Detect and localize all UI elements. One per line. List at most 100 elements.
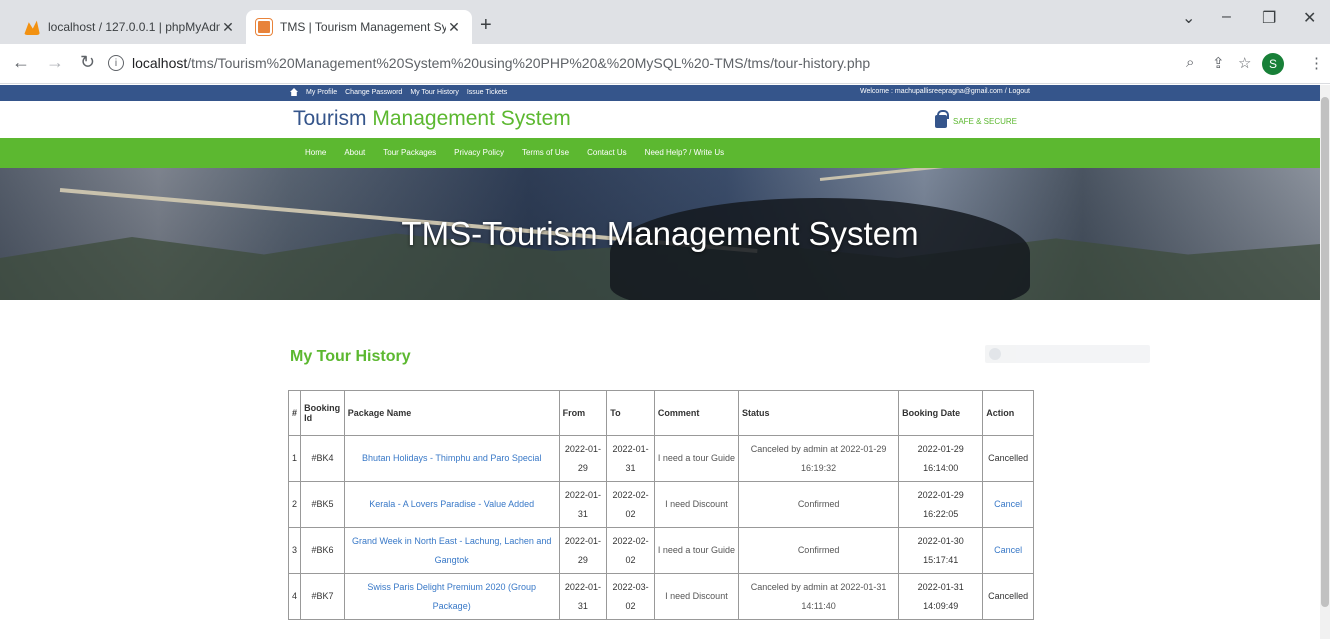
- menu-contact-us[interactable]: Contact Us: [587, 148, 627, 157]
- home-icon[interactable]: [290, 88, 298, 96]
- booking-id: #BK6: [300, 527, 345, 574]
- cancel-link[interactable]: Cancel: [982, 527, 1034, 574]
- action-status: Cancelled: [982, 573, 1034, 620]
- main-menu: Home About Tour Packages Privacy Policy …: [0, 138, 1320, 168]
- menu-about[interactable]: About: [344, 148, 365, 157]
- table-header-row: # Booking Id Package Name From To Commen…: [287, 390, 1034, 436]
- menu-home[interactable]: Home: [305, 148, 326, 157]
- booking-date: 2022-01-30 15:17:41: [898, 527, 984, 574]
- bookmark-star-icon[interactable]: ☆: [1238, 54, 1251, 72]
- menu-privacy-policy[interactable]: Privacy Policy: [454, 148, 504, 157]
- scrollbar-thumb[interactable]: [1321, 97, 1329, 607]
- share-icon[interactable]: ⇪: [1212, 54, 1225, 72]
- lock-icon: [935, 110, 949, 128]
- package-link[interactable]: Kerala - A Lovers Paradise - Value Added: [343, 481, 560, 528]
- brand-bar: Tourism Management System SAFE & SECURE: [0, 101, 1320, 138]
- menu-need-help[interactable]: Need Help? / Write Us: [645, 148, 724, 157]
- welcome-text[interactable]: Welcome : machupallisreepragna@gmail.com…: [860, 88, 1030, 95]
- close-tab-icon[interactable]: ✕: [220, 19, 236, 36]
- site-logo[interactable]: Tourism Management System: [293, 107, 571, 131]
- package-link[interactable]: Swiss Paris Delight Premium 2020 (Group …: [343, 573, 560, 620]
- booking-date: 2022-01-31 14:09:49: [898, 573, 984, 620]
- to-date: 2022-01-31: [606, 435, 655, 482]
- column-header: Status: [737, 390, 900, 436]
- to-date: 2022-03-02: [606, 573, 655, 620]
- package-link[interactable]: Grand Week in North East - Lachung, Lach…: [343, 527, 560, 574]
- comment: I need Discount: [653, 481, 740, 528]
- status: Confirmed: [737, 481, 900, 528]
- comment: I need a tour Guide: [653, 435, 740, 482]
- browser-tab-bar: localhost / 127.0.0.1 | phpMyAdm ✕ TMS |…: [0, 0, 1330, 44]
- link-my-profile[interactable]: My Profile: [306, 89, 337, 96]
- banner-title: TMS-Tourism Management System: [401, 215, 919, 252]
- row-number: 4: [287, 573, 302, 620]
- from-date: 2022-01-29: [558, 435, 608, 482]
- table-row: 1 #BK4 Bhutan Holidays - Thimphu and Par…: [287, 435, 1034, 482]
- menu-kebab-icon[interactable]: ⋮: [1309, 54, 1324, 72]
- phpmyadmin-favicon-icon: [24, 20, 40, 35]
- status: Canceled by admin at 2022-01-31 14:11:40: [737, 573, 900, 620]
- tab-phpmyadmin[interactable]: localhost / 127.0.0.1 | phpMyAdm ✕: [14, 10, 246, 44]
- link-issue-tickets[interactable]: Issue Tickets: [467, 89, 507, 96]
- booking-date: 2022-01-29 16:14:00: [898, 435, 984, 482]
- column-header: Action: [982, 390, 1034, 436]
- from-date: 2022-01-31: [558, 481, 608, 528]
- banner-cable: [819, 168, 1320, 181]
- status: Confirmed: [737, 527, 900, 574]
- menu-terms-of-use[interactable]: Terms of Use: [522, 148, 569, 157]
- close-tab-icon[interactable]: ✕: [446, 19, 462, 36]
- column-header: To: [606, 390, 655, 436]
- tab-tms[interactable]: TMS | Tourism Management Syst ✕: [246, 10, 472, 44]
- booking-id: #BK7: [300, 573, 345, 620]
- table-row: 4 #BK7 Swiss Paris Delight Premium 2020 …: [287, 573, 1034, 620]
- link-my-tour-history[interactable]: My Tour History: [410, 89, 459, 96]
- column-header: From: [558, 390, 608, 436]
- hero-banner: TMS-Tourism Management System: [0, 168, 1320, 300]
- top-strip: My Profile Change Password My Tour Histo…: [0, 85, 1320, 101]
- comment: I need a tour Guide: [653, 527, 740, 574]
- url-field[interactable]: i localhost /tms/Tourism%20Management%20…: [108, 49, 1208, 77]
- row-number: 2: [287, 481, 302, 528]
- tab-title: localhost / 127.0.0.1 | phpMyAdm: [48, 20, 220, 34]
- brand-word-2: Management System: [372, 107, 571, 130]
- zoom-icon[interactable]: ⌕: [1186, 54, 1194, 71]
- cancel-link[interactable]: Cancel: [982, 481, 1034, 528]
- safe-secure-badge: SAFE & SECURE: [935, 110, 1018, 128]
- tab-search-chevron-icon[interactable]: ⌄: [1182, 8, 1195, 28]
- from-date: 2022-01-29: [558, 527, 608, 574]
- page-scrollbar[interactable]: [1320, 85, 1330, 639]
- url-host: localhost: [132, 55, 188, 71]
- restore-icon[interactable]: ❐: [1262, 8, 1276, 28]
- column-header: Booking Date: [898, 390, 984, 436]
- menu-tour-packages[interactable]: Tour Packages: [383, 148, 436, 157]
- back-icon[interactable]: ←: [12, 52, 30, 73]
- site-info-icon[interactable]: i: [108, 55, 124, 71]
- booking-id: #BK4: [300, 435, 345, 482]
- to-date: 2022-02-02: [606, 527, 655, 574]
- faded-widget: [985, 345, 1150, 363]
- page-title: My Tour History: [290, 348, 411, 365]
- status: Canceled by admin at 2022-01-29 16:19:32: [737, 435, 900, 482]
- table-row: 2 #BK5 Kerala - A Lovers Paradise - Valu…: [287, 481, 1034, 528]
- safe-label: SAFE & SECURE: [953, 117, 1018, 126]
- minimize-icon[interactable]: –: [1222, 8, 1231, 26]
- link-change-password[interactable]: Change Password: [345, 89, 402, 96]
- tour-history-table: # Booking Id Package Name From To Commen…: [287, 390, 1034, 620]
- booking-date: 2022-01-29 16:22:05: [898, 481, 984, 528]
- forward-icon[interactable]: →: [46, 52, 64, 73]
- column-header: Booking Id: [300, 390, 345, 436]
- column-header: Package Name: [343, 390, 560, 436]
- profile-avatar[interactable]: S: [1262, 53, 1284, 75]
- column-header: Comment: [653, 390, 740, 436]
- new-tab-icon[interactable]: +: [480, 14, 492, 37]
- close-window-icon[interactable]: ✕: [1303, 8, 1316, 28]
- package-link[interactable]: Bhutan Holidays - Thimphu and Paro Speci…: [343, 435, 560, 482]
- table-row: 3 #BK6 Grand Week in North East - Lachun…: [287, 527, 1034, 574]
- reload-icon[interactable]: ↻: [80, 52, 95, 73]
- comment: I need Discount: [653, 573, 740, 620]
- action-status: Cancelled: [982, 435, 1034, 482]
- from-date: 2022-01-31: [558, 573, 608, 620]
- brand-word-1: Tourism: [293, 107, 367, 130]
- address-bar: ← → ↻ i localhost /tms/Tourism%20Managem…: [0, 44, 1330, 84]
- to-date: 2022-02-02: [606, 481, 655, 528]
